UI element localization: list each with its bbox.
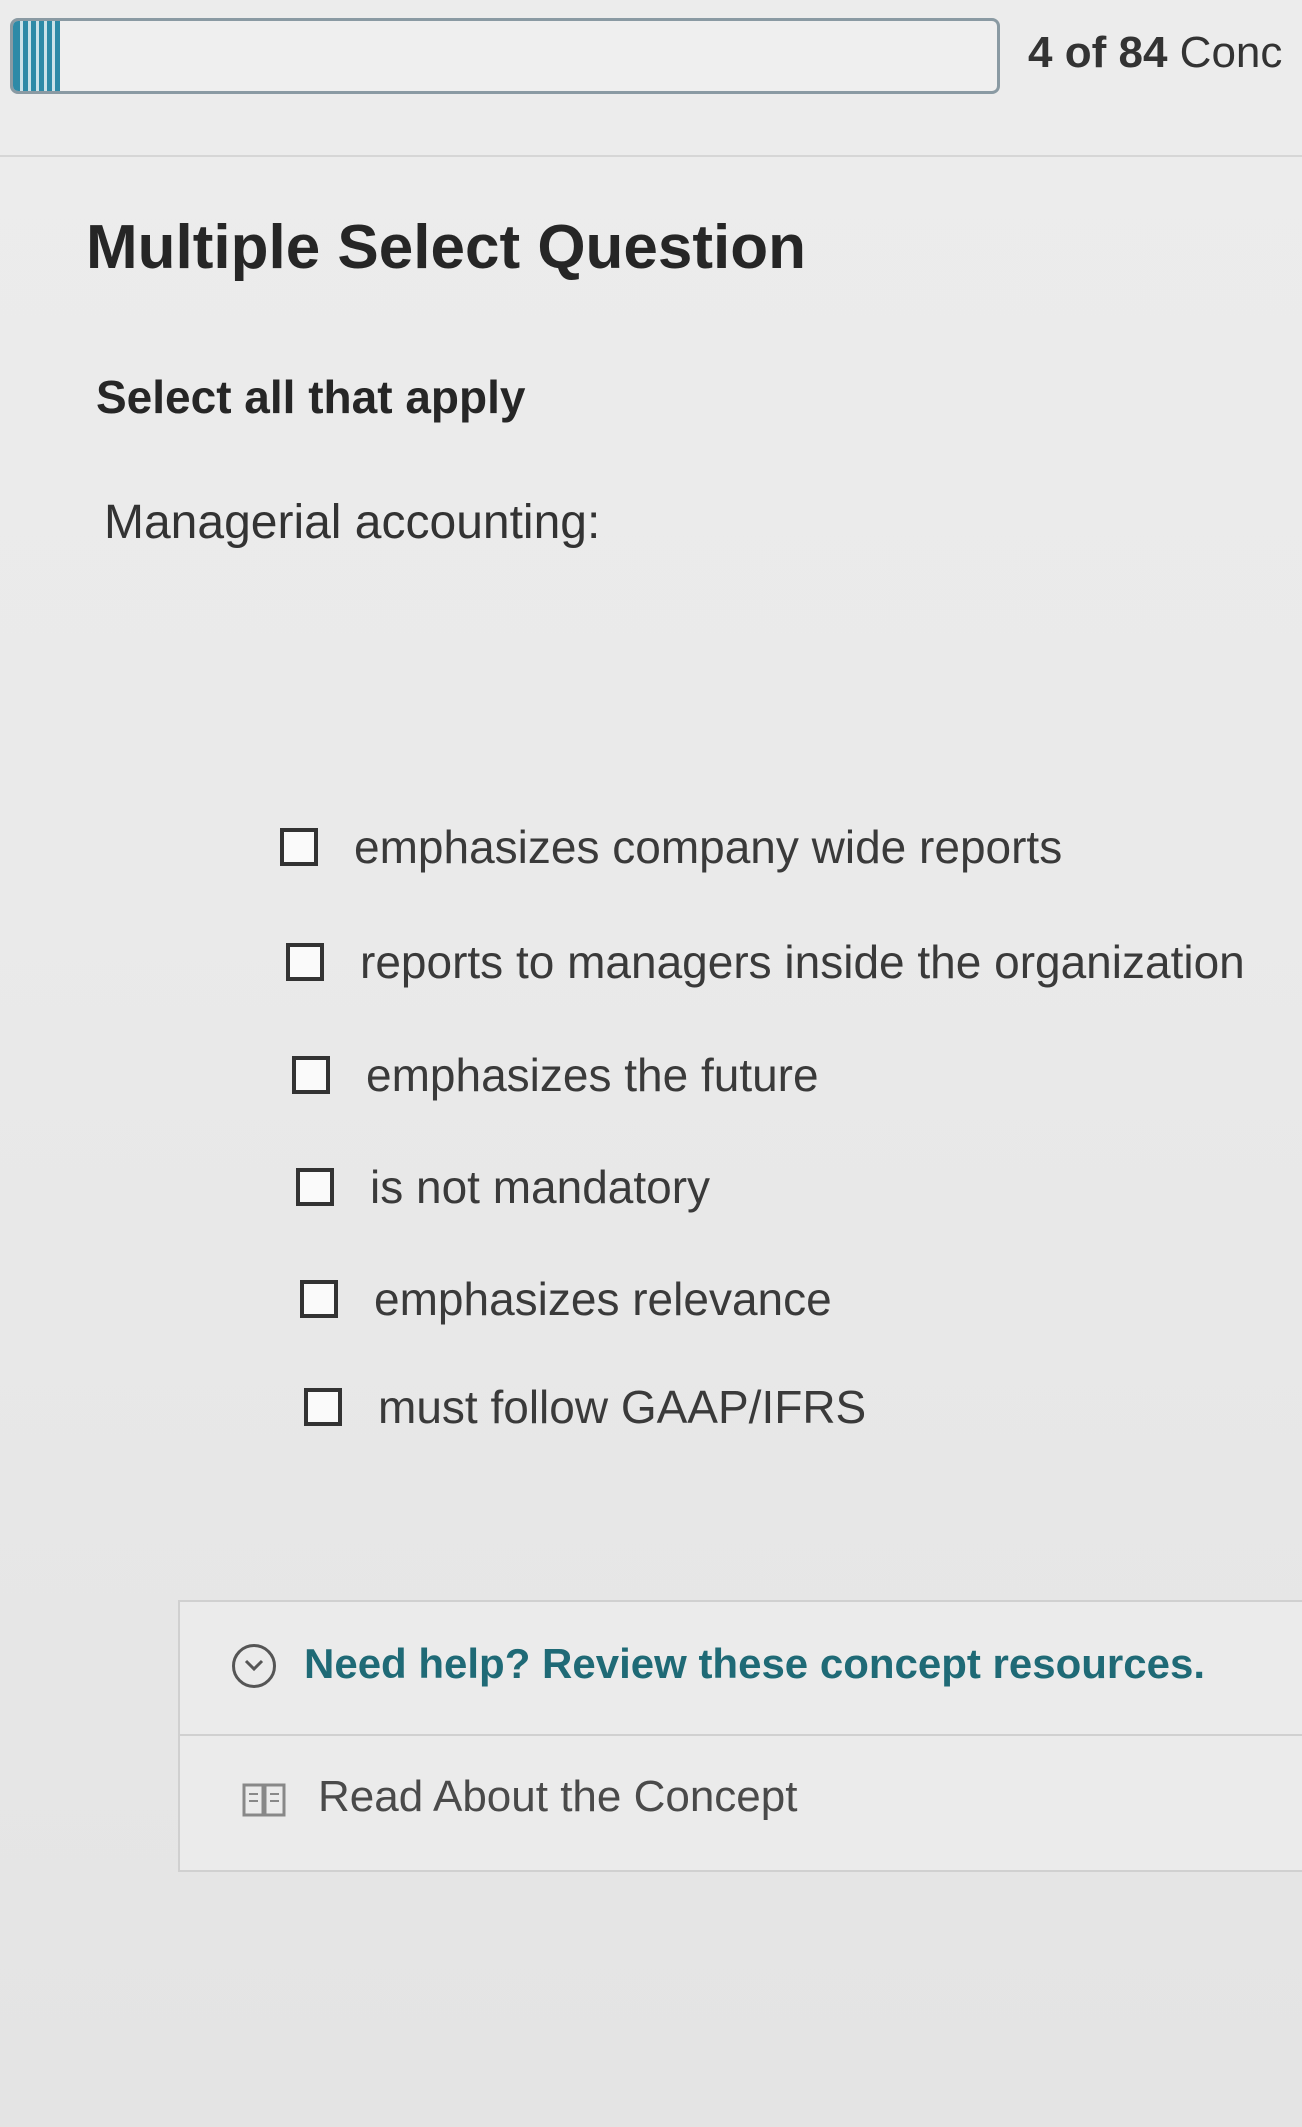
answer-option[interactable]: reports to managers inside the organizat… [286, 935, 1245, 989]
resource-read-about-concept[interactable]: Read About the Concept [180, 1736, 1302, 1872]
book-icon [242, 1783, 286, 1817]
answer-option[interactable]: must follow GAAP/IFRS [304, 1380, 866, 1434]
concept-resources-panel: Need help? Review these concept resource… [178, 1600, 1302, 1872]
question-type-title: Multiple Select Question [86, 213, 806, 282]
option-label: must follow GAAP/IFRS [378, 1381, 867, 1433]
option-checkbox[interactable] [286, 943, 324, 981]
progress-bar-fill [13, 21, 61, 91]
page: 4 of 84 Conc Multiple Select Question Se… [0, 0, 1302, 2127]
answer-option[interactable]: emphasizes relevance [300, 1272, 832, 1326]
answer-option[interactable]: emphasizes the future [292, 1048, 819, 1102]
progress-bar-stripes [20, 21, 61, 91]
progress-total: 84 [1118, 28, 1168, 77]
option-checkbox[interactable] [300, 1280, 338, 1318]
option-label: emphasizes relevance [374, 1273, 832, 1325]
option-checkbox[interactable] [292, 1056, 330, 1094]
progress-of: of [1064, 28, 1107, 77]
question-instruction: Select all that apply [96, 371, 526, 423]
progress-bar [10, 18, 1000, 94]
resource-label[interactable]: Read About the Concept [318, 1772, 797, 1822]
chevron-down-icon[interactable] [232, 1644, 276, 1688]
option-label: emphasizes the future [366, 1049, 819, 1101]
progress-current: 4 [1028, 28, 1053, 77]
progress-suffix: Conc [1179, 28, 1283, 77]
concept-resources-toggle[interactable]: Need help? Review these concept resource… [180, 1602, 1302, 1736]
concept-resources-header[interactable]: Need help? Review these concept resource… [304, 1640, 1205, 1688]
answer-option[interactable]: is not mandatory [296, 1160, 710, 1214]
option-label: is not mandatory [370, 1161, 711, 1213]
option-label: emphasizes company wide reports [354, 821, 1063, 873]
option-checkbox[interactable] [304, 1388, 342, 1426]
option-label: reports to managers inside the organizat… [360, 936, 1245, 988]
question-prompt: Managerial accounting: [104, 496, 601, 549]
option-checkbox[interactable] [280, 828, 318, 866]
option-checkbox[interactable] [296, 1168, 334, 1206]
answer-option[interactable]: emphasizes company wide reports [280, 820, 1062, 874]
progress-header: 4 of 84 Conc [0, 0, 1302, 157]
progress-counter: 4 of 84 Conc [1028, 28, 1282, 78]
